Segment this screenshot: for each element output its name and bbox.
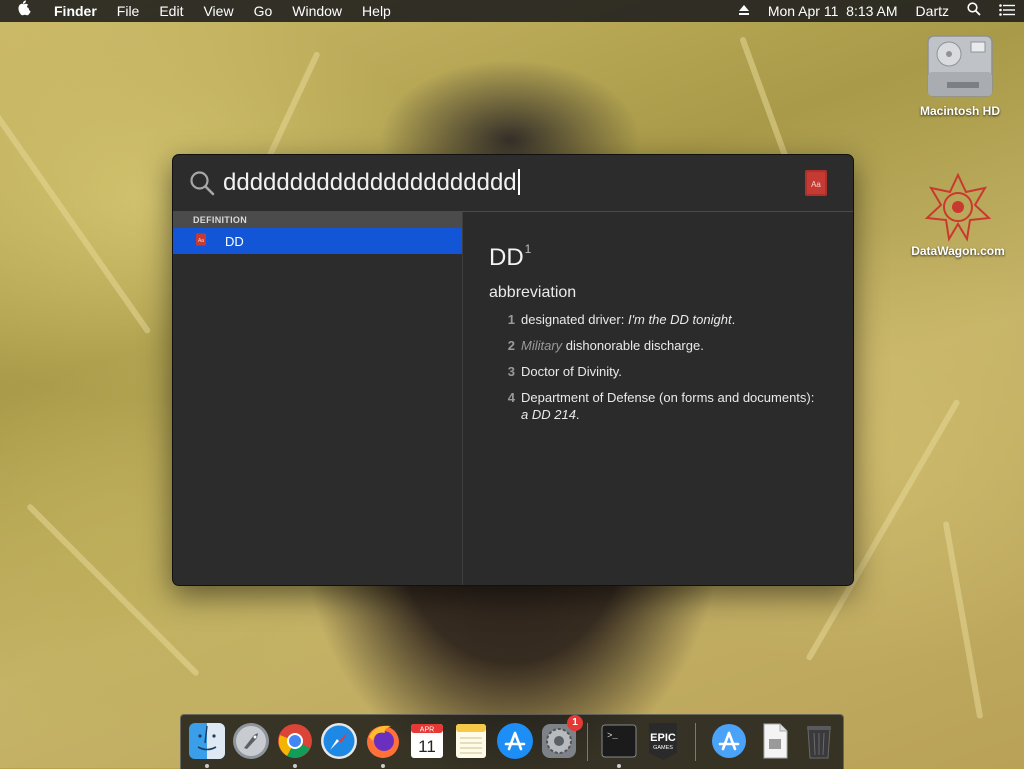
notification-badge: 1 [567, 715, 583, 731]
headword-text: DD [489, 244, 524, 271]
app-store-downloads-icon [712, 724, 746, 758]
notification-center-icon[interactable] [990, 0, 1024, 22]
svg-text:Aa: Aa [198, 238, 204, 244]
chrome-icon [278, 724, 312, 758]
sense-number: 3 [507, 364, 515, 379]
menu-view[interactable]: View [193, 0, 243, 22]
calendar-icon: APR 11 [411, 724, 443, 758]
definition-sense: 3 Doctor of Divinity. [501, 363, 821, 380]
menu-user[interactable]: Dartz [907, 0, 958, 22]
dock-notes[interactable] [451, 721, 491, 761]
menu-app-finder[interactable]: Finder [44, 0, 107, 22]
sense-number: 1 [507, 312, 515, 327]
dock-epic-games[interactable]: EPIC GAMES [643, 721, 683, 761]
eject-icon[interactable] [729, 0, 759, 22]
safari-icon [321, 723, 357, 759]
dock-separator [587, 723, 588, 761]
text-caret [517, 169, 520, 195]
query-text: dddddddddddddddddddddd [223, 169, 517, 196]
dock-finder[interactable] [187, 721, 227, 768]
firefox-icon [367, 725, 399, 758]
desktop-icon-macintosh-hd[interactable]: Macintosh HD [905, 32, 1015, 118]
dock-calendar[interactable]: APR 11 [407, 721, 447, 761]
definition-preview-pane: DD1 abbreviation 1 designated driver: I'… [463, 212, 853, 585]
sense-number: 2 [507, 338, 515, 353]
svg-text:GAMES: GAMES [653, 745, 673, 751]
finder-icon [189, 723, 225, 759]
search-icon [189, 170, 215, 201]
sense-text: Department of Defense (on forms and docu… [521, 390, 815, 422]
trash-icon [807, 726, 831, 759]
menu-bar: Finder File Edit View Go Window Help Mon… [0, 0, 1024, 22]
running-indicator [381, 764, 385, 768]
dock-system-preferences[interactable]: 1 [539, 715, 583, 761]
dock-trash[interactable] [799, 721, 839, 761]
svg-text:Aa: Aa [811, 180, 821, 189]
desktop-icon-label: DataWagon.com [911, 244, 1005, 258]
spotlight-window: dddddddddddddddddddddd Aa DEFINITION Aa … [172, 154, 854, 586]
dock-document[interactable] [755, 721, 795, 761]
datawagon-logo-icon [923, 172, 993, 242]
dictionary-small-icon: Aa [195, 233, 207, 249]
menu-file[interactable]: File [107, 0, 150, 22]
results-category-header: DEFINITION [173, 212, 462, 228]
document-icon [763, 723, 788, 759]
spotlight-search-icon[interactable] [958, 0, 990, 22]
dock: APR 11 1 >_ EPIC GAMES [180, 714, 844, 769]
dock-launchpad[interactable] [231, 721, 271, 761]
notes-icon [456, 724, 486, 758]
svg-text:EPIC: EPIC [650, 732, 676, 744]
definition-sense: 2 Military dishonorable discharge. [501, 337, 821, 354]
desktop-icon-label: Macintosh HD [919, 104, 1000, 118]
launchpad-icon [233, 723, 269, 759]
app-store-icon [497, 723, 533, 759]
sense-number: 4 [507, 390, 515, 405]
dock-downloads-stack[interactable] [709, 721, 749, 761]
definition-headword: DD1 [489, 242, 531, 272]
definition-sense: 1 designated driver: I'm the DD tonight. [501, 311, 821, 328]
result-item-dd[interactable]: Aa DD [173, 228, 462, 254]
dock-terminal[interactable]: >_ [599, 721, 639, 768]
dock-separator [695, 723, 696, 761]
result-label: DD [225, 233, 244, 249]
terminal-icon: >_ [601, 724, 637, 758]
menu-edit[interactable]: Edit [149, 0, 193, 22]
part-of-speech: abbreviation [489, 284, 577, 301]
sense-text: Doctor of Divinity. [521, 364, 622, 379]
menu-go[interactable]: Go [244, 0, 283, 22]
menu-help[interactable]: Help [352, 0, 401, 22]
headword-superscript: 1 [524, 242, 532, 256]
hard-drive-icon [925, 32, 995, 100]
definition-senses: 1 designated driver: I'm the DD tonight.… [501, 311, 821, 432]
menu-window[interactable]: Window [282, 0, 352, 22]
dictionary-icon: Aa [803, 169, 829, 202]
spotlight-search-bar: dddddddddddddddddddddd Aa [173, 155, 853, 212]
menu-clock[interactable]: Mon Apr 11 8:13 AM [759, 0, 907, 22]
running-indicator [293, 764, 297, 768]
svg-text:APR: APR [420, 727, 434, 734]
desktop-icon-datawagon[interactable]: DataWagon.com [903, 172, 1013, 258]
epic-games-icon: EPICGAMES [649, 723, 677, 760]
sense-text: designated driver: I'm the DD tonight. [521, 312, 736, 327]
svg-text:>_: >_ [607, 731, 618, 741]
running-indicator [205, 764, 209, 768]
dock-chrome[interactable] [275, 721, 315, 768]
sense-text: Military dishonorable discharge. [521, 338, 704, 353]
svg-text:11: 11 [418, 737, 436, 756]
dock-firefox[interactable] [363, 721, 403, 768]
dock-app-store[interactable] [495, 721, 535, 761]
spotlight-search-input[interactable]: dddddddddddddddddddddd [223, 167, 823, 199]
dock-safari[interactable] [319, 721, 359, 761]
running-indicator [617, 764, 621, 768]
apple-menu-icon[interactable] [0, 0, 44, 23]
definition-sense: 4 Department of Defense (on forms and do… [501, 389, 821, 423]
spotlight-results-list: DEFINITION Aa DD [173, 212, 463, 585]
